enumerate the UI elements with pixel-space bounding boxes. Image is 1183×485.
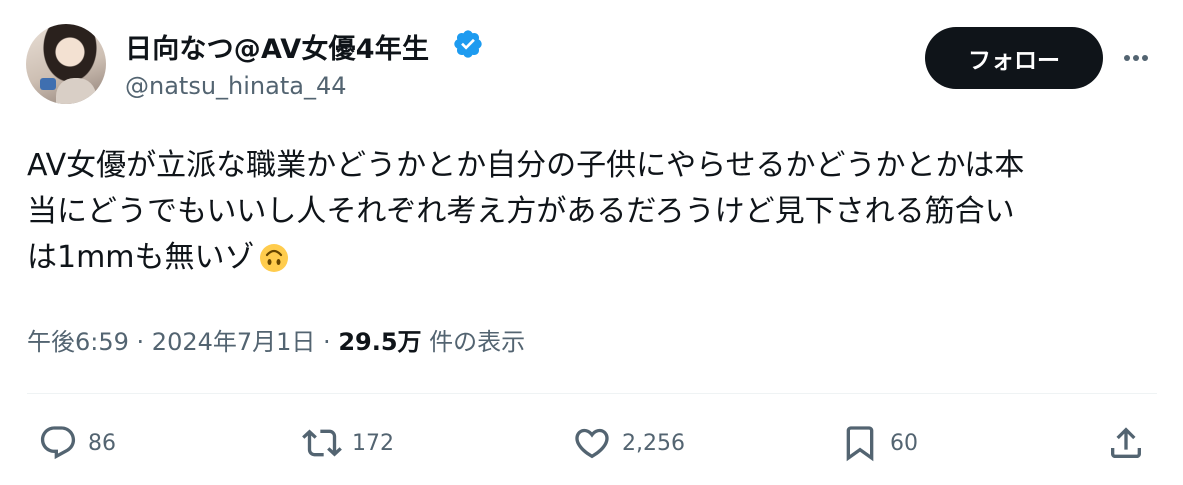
divider [27,393,1157,394]
tweet-meta: 午後6:59 · 2024年7月1日 · 29.5万 件の表示 [27,322,525,357]
reply-count: 86 [88,430,116,456]
display-name[interactable]: 日向なつ@AV女優4年生 [125,27,429,66]
repost-count: 172 [352,430,394,456]
avatar[interactable] [26,24,106,104]
tweet-text-line-3-text: は1mmも無いゾ [27,240,255,275]
views-count[interactable]: 29.5万 [338,328,421,356]
tweet-text-line-3: は1mmも無いゾ [27,235,1157,281]
tweet-text: AV女優が立派な職業かどうかとか自分の子供にやらせるかどうかとかは本 当にどうで… [27,143,1157,281]
follow-button[interactable]: フォロー [925,27,1103,89]
like-button[interactable]: 2,256 [572,422,685,464]
like-count: 2,256 [622,430,685,456]
reply-icon [40,426,76,460]
repost-button[interactable]: 172 [302,422,394,464]
repost-icon [302,429,342,457]
meta-separator: · [128,328,152,356]
bookmark-icon [846,426,874,462]
share-icon [1111,427,1141,458]
avatar-figure [56,78,96,104]
verified-badge-icon [454,30,482,58]
meta-separator: · [315,328,339,356]
user-handle[interactable]: @natsu_hinata_44 [125,72,347,100]
more-options-icon[interactable] [1120,42,1152,74]
tweet-text-line-1: AV女優が立派な職業かどうかとか自分の子供にやらせるかどうかとかは本 [27,148,1025,183]
tweet-time[interactable]: 午後6:59 [27,328,129,356]
heart-icon [575,428,609,459]
tweet-date[interactable]: 2024年7月1日 [152,328,316,356]
bookmark-button[interactable]: 60 [840,422,918,464]
reply-button[interactable]: 86 [38,422,116,464]
avatar-cup [40,78,56,90]
tweet-text-line-2: 当にどうでもいいし人それぞれ考え方があるだろうけど見下される筋合い [27,194,1015,229]
bookmark-count: 60 [890,430,918,456]
upside-down-face-emoji-icon [259,244,288,272]
views-label: 件の表示 [421,328,526,356]
share-button[interactable] [1106,422,1146,464]
